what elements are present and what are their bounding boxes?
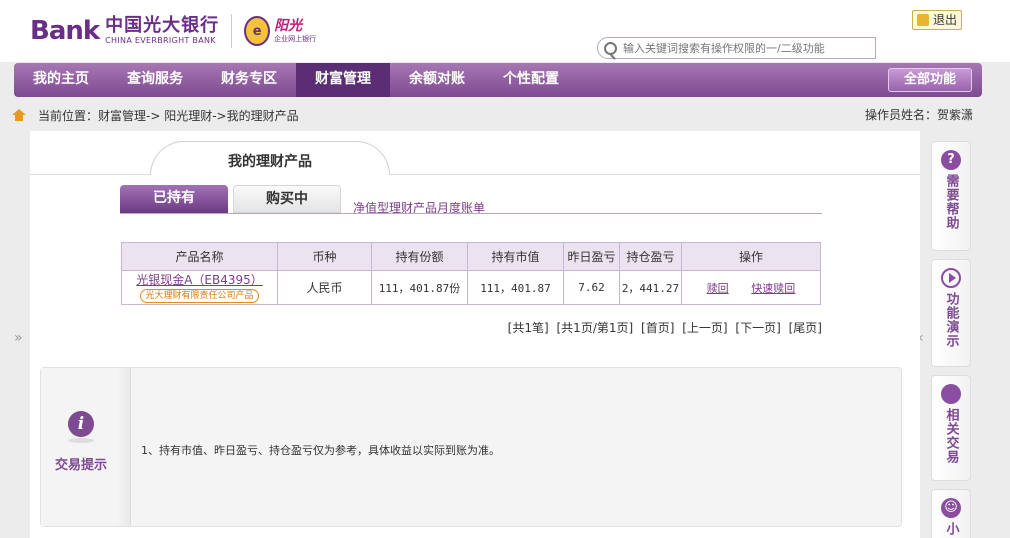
sunshine-title: 阳光 bbox=[274, 18, 303, 34]
col-product-name: 产品名称 bbox=[121, 242, 278, 271]
info-icon: i bbox=[68, 411, 94, 437]
play-icon bbox=[941, 268, 961, 288]
trade-tips-box: i 交易提示 1、持有市值、昨日盈亏、持仓盈亏仅为参考，具体收益以实际到账为准。 bbox=[40, 367, 902, 527]
tab-holding[interactable]: 已持有 bbox=[120, 185, 228, 213]
related-trades-button[interactable]: 相关交易 bbox=[931, 375, 971, 481]
logo-bank-text: Bank bbox=[30, 16, 100, 46]
header: Bank 中国光大银行 CHINA EVERBRIGHT BANK e 阳光 企… bbox=[0, 0, 1010, 62]
tab-purchasing[interactable]: 购买中 bbox=[233, 185, 341, 213]
yesterday-pl-cell: 7.62 bbox=[563, 270, 620, 305]
sunshine-logo: e 阳光 企业网上银行 bbox=[244, 16, 316, 46]
col-shares: 持有份额 bbox=[371, 242, 468, 271]
page-title: 我的理财产品 bbox=[228, 154, 312, 170]
pager-prev[interactable]: [上一页] bbox=[682, 321, 727, 335]
product-cell: 光银现金A（EB4395） 光大理财有限责任公司产品 bbox=[121, 270, 278, 305]
position-pl-cell: 2，441.27 bbox=[619, 270, 682, 305]
nav-item-finance[interactable]: 财务专区 bbox=[202, 63, 296, 97]
pager-last[interactable]: [尾页] bbox=[789, 321, 822, 335]
market-value-cell: 111，401.87 bbox=[467, 270, 564, 305]
pager-total: [共1笔] bbox=[507, 321, 549, 335]
sunshine-badge-icon: e bbox=[244, 16, 271, 46]
expand-left-icon[interactable]: » bbox=[14, 330, 23, 346]
tips-text: 1、持有市值、昨日盈亏、持仓盈亏仅为参考，具体收益以实际到账为准。 bbox=[141, 444, 500, 457]
breadcrumb-prefix: 当前位置： bbox=[38, 108, 99, 123]
col-actions: 操作 bbox=[681, 242, 821, 271]
tips-title: 交易提示 bbox=[54, 458, 107, 473]
nav-item-home[interactable]: 我的主页 bbox=[14, 63, 108, 97]
actions-cell: 赎回 快速赎回 bbox=[681, 270, 821, 305]
related-label: 相关交易 bbox=[943, 408, 959, 464]
smile-icon: ☺ bbox=[941, 498, 961, 518]
pagination: [共1笔] [共1页/第1页] [首页] [上一页] [下一页] [尾页] bbox=[504, 319, 822, 336]
pager-pages: [共1页/第1页] bbox=[556, 321, 634, 335]
logout-button[interactable]: 退出 bbox=[911, 10, 962, 30]
currency-cell: 人民币 bbox=[277, 270, 372, 305]
demo-button[interactable]: 功能演示 bbox=[931, 259, 971, 367]
shares-cell: 111，401.87份 bbox=[371, 270, 468, 305]
logo-cn-name: 中国光大银行 bbox=[105, 15, 220, 36]
sunshine-sub: 企业网上银行 bbox=[274, 35, 317, 43]
page-title-tab: 我的理财产品 bbox=[150, 141, 390, 175]
assistant-label: 小 bbox=[943, 522, 959, 536]
all-functions-button[interactable]: 全部功能 bbox=[888, 68, 972, 92]
logo-divider bbox=[231, 14, 233, 48]
fast-redeem-link[interactable]: 快速赎回 bbox=[751, 282, 795, 295]
nav-item-query[interactable]: 查询服务 bbox=[108, 63, 202, 97]
breadcrumb: 当前位置： 财富管理-> 阳光理财->我的理财产品 bbox=[12, 106, 299, 124]
col-market-value: 持有市值 bbox=[467, 242, 564, 271]
search-box[interactable] bbox=[597, 37, 876, 59]
table-row: 光银现金A（EB4395） 光大理财有限责任公司产品 人民币 111，401.8… bbox=[121, 270, 821, 305]
main-nav: 我的主页 查询服务 财务专区 财富管理 余额对账 个性配置 全部功能 bbox=[14, 63, 982, 97]
tabs-divider bbox=[120, 213, 822, 214]
nav-item-personal[interactable]: 个性配置 bbox=[484, 63, 578, 97]
product-issuer-badge: 光大理财有限责任公司产品 bbox=[140, 288, 259, 303]
demo-label: 功能演示 bbox=[943, 292, 959, 348]
assistant-button[interactable]: ☺ 小 bbox=[931, 489, 971, 538]
product-name-link[interactable]: 光银现金A（EB4395） bbox=[122, 273, 277, 287]
table-header-row: 产品名称 币种 持有份额 持有市值 昨日盈亏 持仓盈亏 操作 bbox=[121, 242, 821, 271]
nav-item-reconcile[interactable]: 余额对账 bbox=[390, 63, 484, 97]
holdings-table: 产品名称 币种 持有份额 持有市值 昨日盈亏 持仓盈亏 操作 光银现金A（EB4… bbox=[121, 242, 821, 305]
col-position-pl: 持仓盈亏 bbox=[619, 242, 682, 271]
col-yesterday-pl: 昨日盈亏 bbox=[563, 242, 620, 271]
col-currency: 币种 bbox=[277, 242, 372, 271]
main-content: 我的理财产品 已持有 购买中 净值型理财产品月度账单 产品名称 币种 持有份额 … bbox=[30, 131, 920, 538]
pager-next[interactable]: [下一页] bbox=[735, 321, 780, 335]
operator-name: 操作员姓名：贺紫潇 bbox=[864, 108, 973, 122]
logout-label: 退出 bbox=[932, 13, 957, 27]
pager-first[interactable]: [首页] bbox=[641, 321, 674, 335]
tips-divider bbox=[117, 368, 131, 526]
redeem-link[interactable]: 赎回 bbox=[707, 282, 729, 295]
logout-icon bbox=[916, 14, 929, 26]
nav-item-wealth[interactable]: 财富管理 bbox=[296, 63, 390, 97]
refresh-icon bbox=[941, 384, 961, 404]
help-label: 需要帮助 bbox=[943, 174, 959, 230]
search-input[interactable] bbox=[623, 41, 873, 55]
logo-en-name: CHINA EVERBRIGHT BANK bbox=[105, 36, 216, 45]
question-icon: ? bbox=[941, 150, 961, 170]
search-icon bbox=[604, 41, 617, 55]
help-button[interactable]: ? 需要帮助 bbox=[931, 141, 971, 251]
home-icon[interactable] bbox=[12, 109, 26, 121]
breadcrumb-path: 财富管理-> 阳光理财->我的理财产品 bbox=[98, 108, 299, 123]
bank-logo: Bank 中国光大银行 CHINA EVERBRIGHT BANK e 阳光 企… bbox=[30, 14, 316, 48]
